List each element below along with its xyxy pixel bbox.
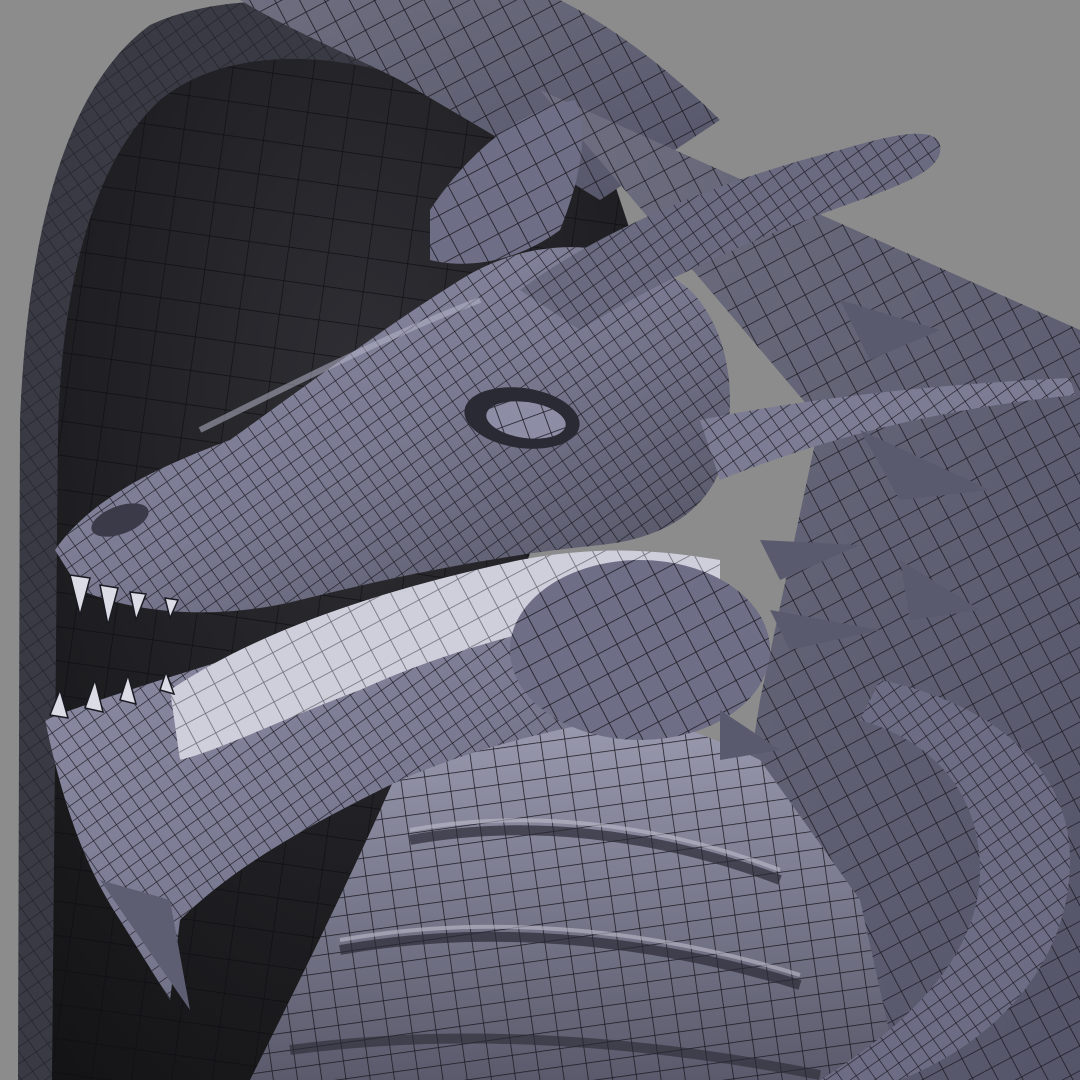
3d-viewport[interactable] [0,0,1080,1080]
jaw-muscle [510,560,770,740]
dragon-wireframe-render [0,0,1080,1080]
